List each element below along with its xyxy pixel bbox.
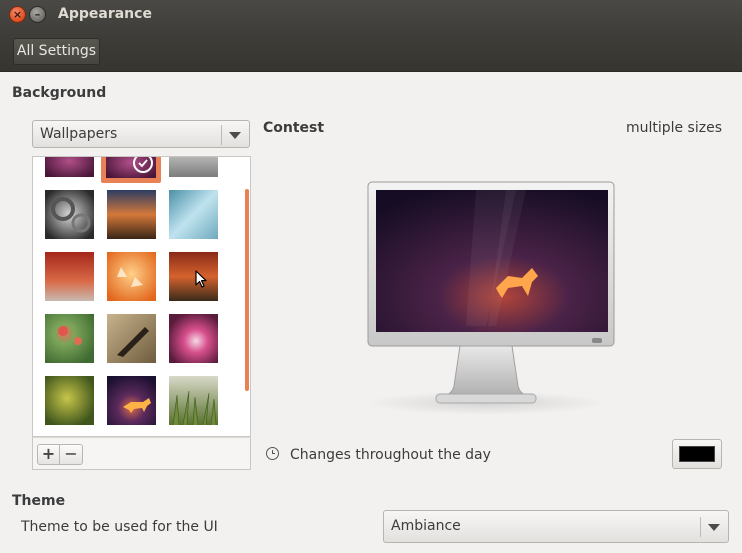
- wallpaper-name: Contest: [263, 120, 325, 136]
- add-wallpaper-button[interactable]: +: [37, 444, 60, 465]
- mouse-pointer-icon: [195, 270, 207, 288]
- chevron-down-icon: [229, 132, 241, 139]
- clock-icon: [266, 447, 279, 460]
- dropdown-separator: [700, 517, 701, 537]
- remove-wallpaper-button[interactable]: −: [60, 444, 83, 465]
- wallpaper-size: multiple sizes: [625, 120, 722, 136]
- wallpaper-thumb-purple-selected: [106, 157, 156, 178]
- background-source-value: Wallpapers: [40, 126, 118, 142]
- chevron-down-icon: [708, 524, 720, 531]
- monitor-preview: [366, 181, 615, 415]
- wallpaper-thumb-pink-flower-macro: [169, 314, 218, 363]
- theme-value: Ambiance: [391, 518, 461, 534]
- wallpaper-thumb-green-bokeh-bud: [45, 376, 94, 425]
- close-icon: ×: [12, 8, 23, 21]
- background-color-button[interactable]: [672, 439, 722, 469]
- close-button[interactable]: ×: [9, 6, 26, 23]
- wallpaper-thumb-red-poppy-flower: [45, 314, 94, 363]
- wallpaper-thumb-sunset-road: [107, 190, 156, 239]
- wallpaper-thumb-grey-partial: [169, 157, 218, 177]
- wallpaper-list[interactable]: [32, 156, 251, 437]
- minimize-button[interactable]: –: [29, 6, 46, 23]
- wallpaper-thumb-purple-abstract: [45, 157, 94, 177]
- wallpaper-thumb-orange-leaves: [107, 252, 156, 301]
- background-heading: Background: [12, 85, 107, 101]
- wallpaper-list-scrollbar[interactable]: [245, 189, 249, 391]
- changes-throughout-day-label: Changes throughout the day: [290, 447, 491, 463]
- color-swatch: [679, 446, 715, 462]
- theme-heading: Theme: [12, 493, 66, 509]
- wallpaper-thumb-red-autumn-path: [45, 252, 94, 301]
- wallpaper-list-toolbar: + −: [32, 437, 251, 470]
- background-source-dropdown[interactable]: Wallpapers: [32, 120, 250, 148]
- wallpaper-grid: [45, 157, 218, 426]
- title-bar: × – Appearance All Settings: [0, 0, 742, 72]
- theme-dropdown[interactable]: Ambiance: [383, 510, 729, 543]
- dropdown-separator: [221, 125, 222, 145]
- window-title: Appearance: [58, 6, 152, 22]
- wallpaper-thumb-red-sunset-landscape: [169, 252, 218, 301]
- all-settings-button[interactable]: All Settings: [13, 38, 100, 65]
- wallpaper-thumb-blue-water: [169, 190, 218, 239]
- wallpaper-thumb-fountain-pen: [107, 314, 156, 363]
- theme-label: Theme to be used for the UI: [21, 519, 218, 535]
- minimize-icon: –: [34, 8, 41, 21]
